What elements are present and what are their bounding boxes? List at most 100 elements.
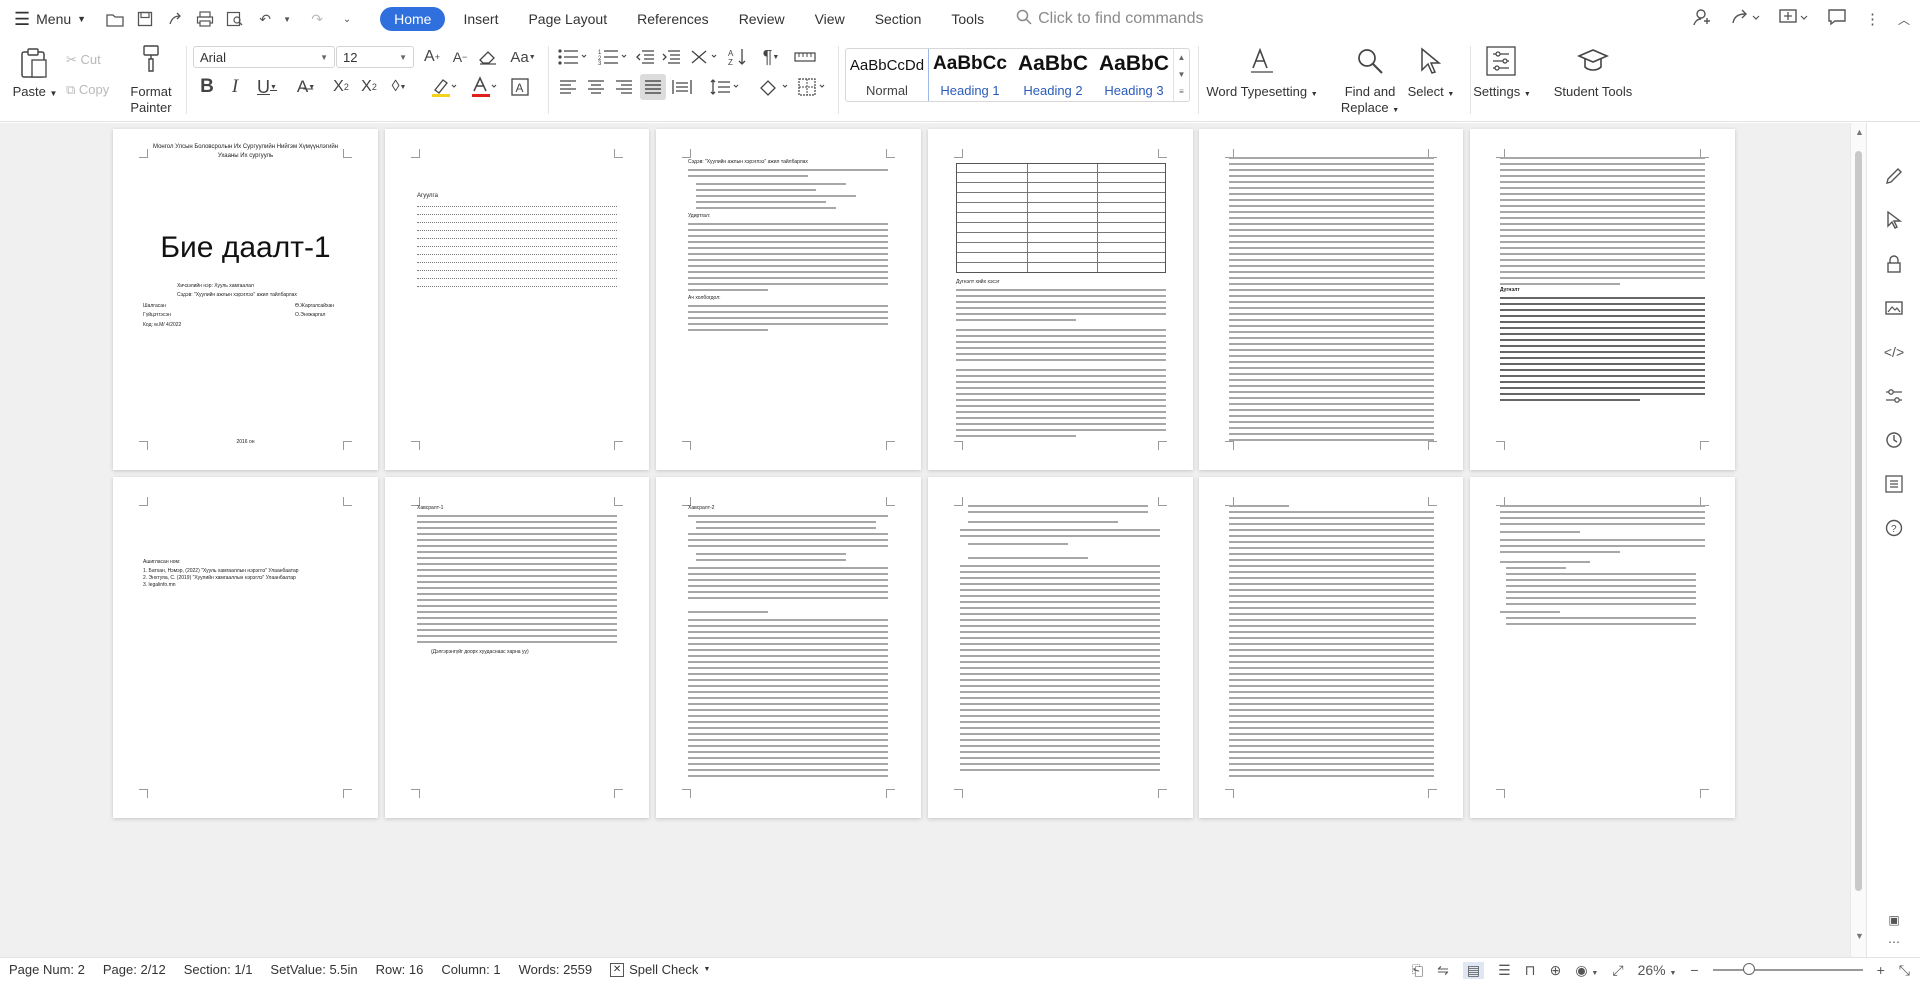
toc-row[interactable] (417, 257, 617, 263)
zoom-slider[interactable] (1712, 963, 1863, 975)
collaborate-icon[interactable] (1779, 8, 1809, 30)
line-spacing-icon[interactable] (708, 76, 742, 98)
command-search[interactable]: Click to find commands (1016, 9, 1203, 30)
toc-row[interactable] (417, 249, 617, 255)
eye-protection-icon[interactable]: ◉ ▼ (1575, 962, 1598, 979)
tab-home[interactable]: Home (380, 7, 446, 31)
settings-button[interactable]: Settings ▼ (1472, 84, 1532, 99)
character-border-icon[interactable]: A (508, 74, 532, 100)
page-view-icon[interactable]: ▤ (1462, 961, 1485, 979)
open-folder-icon[interactable] (104, 8, 126, 30)
comment-icon[interactable] (1827, 8, 1847, 30)
find-replace-icon[interactable] (1354, 44, 1386, 78)
distributed-icon[interactable] (670, 76, 694, 98)
select-button[interactable]: Select ▼ (1404, 84, 1458, 99)
shading-icon[interactable] (756, 76, 792, 98)
print-preview-icon[interactable] (224, 8, 246, 30)
page-1-cover[interactable]: Монгол Улсын Боловсролын Их Сургуулийн Н… (113, 129, 378, 470)
zoom-in-icon[interactable]: + (1877, 962, 1885, 978)
page-11-body[interactable] (1199, 477, 1463, 818)
sync-icon[interactable]: ⇋ (1437, 962, 1449, 979)
bullets-icon[interactable] (556, 46, 590, 68)
history-icon[interactable] (1883, 429, 1905, 451)
tab-insert[interactable]: Insert (451, 7, 510, 31)
document-canvas[interactable]: Монгол Улсын Боловсролын Их Сургуулийн Н… (0, 123, 1850, 957)
align-right-icon[interactable] (612, 76, 636, 98)
font-color-icon[interactable] (468, 74, 500, 100)
numbering-icon[interactable]: 123 (596, 46, 630, 68)
format-painter-button[interactable]: Format Painter (126, 84, 176, 116)
borders-icon[interactable] (796, 76, 830, 98)
zoom-slider-knob[interactable] (1742, 963, 1755, 975)
superscript-icon[interactable]: X2 (328, 74, 354, 100)
status-page[interactable]: Page: 2/12 (103, 962, 166, 977)
share-icon[interactable] (1731, 8, 1761, 30)
page-5-body[interactable] (1199, 129, 1463, 470)
tab-page-layout[interactable]: Page Layout (516, 7, 619, 31)
more-options-icon[interactable]: ⋯ (1883, 931, 1905, 953)
page-6-conclusion[interactable]: Дүгнэлт (1470, 129, 1735, 470)
find-replace-button[interactable]: Find and Replace ▼ (1336, 84, 1404, 119)
lock-icon[interactable] (1883, 253, 1905, 275)
add-user-icon[interactable] (1693, 8, 1713, 30)
paragraph-mark-icon[interactable]: ¶ ▼ (756, 46, 786, 68)
toc-row[interactable] (417, 233, 617, 239)
strikethrough-icon[interactable]: A̶ ▼ (290, 74, 322, 100)
customize-toolbar-icon[interactable]: ⌄ (336, 8, 358, 30)
styles-scroll[interactable]: ▲ ▼ ≡ (1173, 49, 1189, 101)
page-4-table[interactable]: Дүгнэлт хийх хэсэг (928, 129, 1193, 470)
style-heading-2[interactable]: AaBbC Heading 2 (1012, 49, 1094, 101)
image-tools-icon[interactable] (1883, 297, 1905, 319)
undo-dropdown-icon[interactable]: ▼ (276, 8, 298, 30)
subscript-icon[interactable]: X2 (356, 74, 382, 100)
toc-row[interactable] (417, 209, 617, 215)
page-12-body[interactable] (1470, 477, 1735, 818)
word-typesetting-button[interactable]: Word Typesetting ▼ (1206, 84, 1318, 99)
toc-row[interactable] (417, 273, 617, 279)
italic-icon[interactable]: I (224, 74, 246, 100)
print-icon[interactable] (194, 8, 216, 30)
toc-row[interactable] (417, 265, 617, 271)
track-changes-icon[interactable]: ⎗ (1412, 962, 1423, 979)
web-view-icon[interactable]: ⊕ (1550, 962, 1562, 979)
text-direction-icon[interactable] (688, 46, 722, 68)
scrollbar-thumb[interactable] (1855, 151, 1862, 891)
status-words[interactable]: Words: 2559 (519, 962, 592, 977)
tab-stops-icon[interactable] (792, 46, 818, 68)
collapse-ribbon-icon[interactable]: ︿ (1898, 11, 1910, 28)
format-painter-icon[interactable] (138, 44, 164, 74)
sort-icon[interactable]: AZ (726, 46, 752, 68)
tab-view[interactable]: View (803, 7, 857, 31)
select-cursor-icon[interactable] (1883, 209, 1905, 231)
increase-font-icon[interactable]: A + (420, 46, 444, 68)
clear-format-icon[interactable] (476, 46, 500, 68)
save-icon[interactable] (134, 8, 156, 30)
vertical-scrollbar[interactable]: ▲ ▼ (1850, 123, 1866, 957)
page-8-appendix-1[interactable]: Хавсралт-1 (Дэлгэрэнгүйг доорх хуудаснаа… (385, 477, 649, 818)
sliders-icon[interactable] (1883, 385, 1905, 407)
tab-review[interactable]: Review (727, 7, 797, 31)
style-normal[interactable]: AaBbCcDd Normal (846, 49, 929, 101)
list-panel-icon[interactable] (1883, 473, 1905, 495)
select-cursor-icon[interactable] (1414, 44, 1446, 78)
style-heading-3[interactable]: AaBbC Heading 3 (1094, 49, 1174, 101)
toc-row[interactable] (417, 241, 617, 247)
decrease-indent-icon[interactable] (634, 46, 656, 68)
align-center-icon[interactable] (584, 76, 608, 98)
fullscreen-icon[interactable]: ⤡ (1899, 962, 1910, 979)
decrease-font-icon[interactable]: A − (448, 46, 472, 68)
graduation-cap-icon[interactable] (1576, 44, 1610, 78)
layout-toggle-icon[interactable]: ▣ (1883, 909, 1905, 931)
font-name-select[interactable]: Arial ▼ (193, 46, 335, 68)
status-column[interactable]: Column: 1 (441, 962, 500, 977)
toc-row[interactable] (417, 225, 617, 231)
status-row[interactable]: Row: 16 (376, 962, 424, 977)
cut-button[interactable]: ✂ Cut (66, 52, 101, 68)
page-3-body[interactable]: Сэдэв: "Хуулийн ажлын хэрэглээ" ажил тай… (656, 129, 921, 470)
page-7-references[interactable]: Ашигласан ном: 1. Батхан, Нэмэр, (2022) … (113, 477, 378, 818)
paste-button[interactable]: Paste ▼ (12, 84, 58, 99)
justify-icon[interactable] (640, 74, 666, 100)
highlight-icon[interactable] (428, 74, 460, 100)
settings-icon[interactable] (1484, 44, 1518, 78)
status-setvalue[interactable]: SetValue: 5.5in (270, 962, 357, 977)
